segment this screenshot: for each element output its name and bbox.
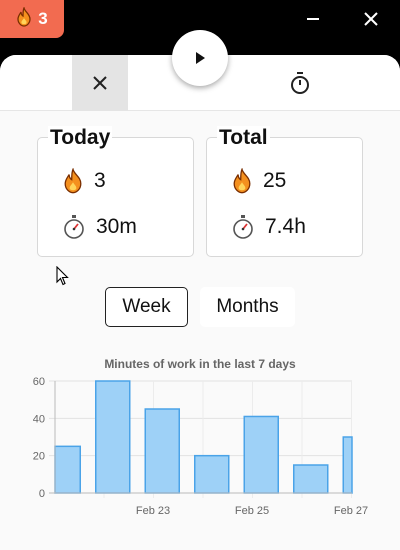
week-button[interactable]: Week <box>105 287 188 327</box>
y-tick-label: 0 <box>39 488 45 500</box>
bar <box>243 415 279 494</box>
fire-icon <box>233 168 251 194</box>
bar <box>95 380 131 494</box>
main-panel: Today 3 30m Total 25 7.4h Week Months Mi… <box>0 55 400 550</box>
y-tick-label: 60 <box>33 376 45 388</box>
bar <box>342 436 353 494</box>
y-tick-label: 40 <box>33 413 45 425</box>
close-icon <box>364 12 378 26</box>
y-tick-label: 20 <box>33 451 45 463</box>
play-icon <box>196 52 205 64</box>
stopwatch-icon <box>233 215 253 239</box>
bar <box>293 464 329 494</box>
mouse-cursor-icon <box>56 265 69 291</box>
x-tick-label: Feb 27 <box>334 505 368 517</box>
minimize-button[interactable] <box>288 0 338 38</box>
total-time-row: 7.4h <box>231 214 306 240</box>
fire-icon <box>16 5 32 32</box>
total-sessions-value: 25 <box>263 169 287 192</box>
tab-stop[interactable] <box>72 55 128 111</box>
total-title: Total <box>217 126 270 150</box>
close-icon <box>93 76 107 90</box>
months-button[interactable]: Months <box>200 287 295 327</box>
streak-count: 3 <box>38 9 48 28</box>
today-time-value: 30m <box>96 215 137 238</box>
stopwatch-icon <box>291 72 309 94</box>
today-sessions-row: 3 <box>62 168 106 194</box>
weekly-chart: Minutes of work in the last 7 days 0 20 40… <box>0 350 400 550</box>
today-time-row: 30m <box>62 214 137 240</box>
tab-stopwatch[interactable] <box>272 55 328 111</box>
streak-badge: 3 <box>0 0 64 38</box>
today-title: Today <box>48 126 113 150</box>
total-time-value: 7.4h <box>265 215 306 238</box>
chart-svg: 0 20 40 60 Feb 23 Feb 25 Feb 27 <box>33 376 368 517</box>
x-tick-label: Feb 23 <box>136 505 170 517</box>
fire-icon <box>64 168 82 194</box>
bar <box>144 408 180 494</box>
today-card: Today 3 30m <box>37 126 194 257</box>
play-button[interactable] <box>172 30 228 86</box>
bar <box>54 445 81 494</box>
chart-title: Minutes of work in the last 7 days <box>104 357 296 371</box>
x-tick-label: Feb 25 <box>235 505 269 517</box>
total-sessions-row: 25 <box>231 168 286 194</box>
stopwatch-icon <box>64 215 84 239</box>
total-card: Total 25 7.4h <box>206 126 363 257</box>
minimize-icon <box>307 18 319 20</box>
today-sessions-value: 3 <box>94 169 106 192</box>
bar <box>194 454 230 494</box>
close-window-button[interactable] <box>346 0 396 38</box>
